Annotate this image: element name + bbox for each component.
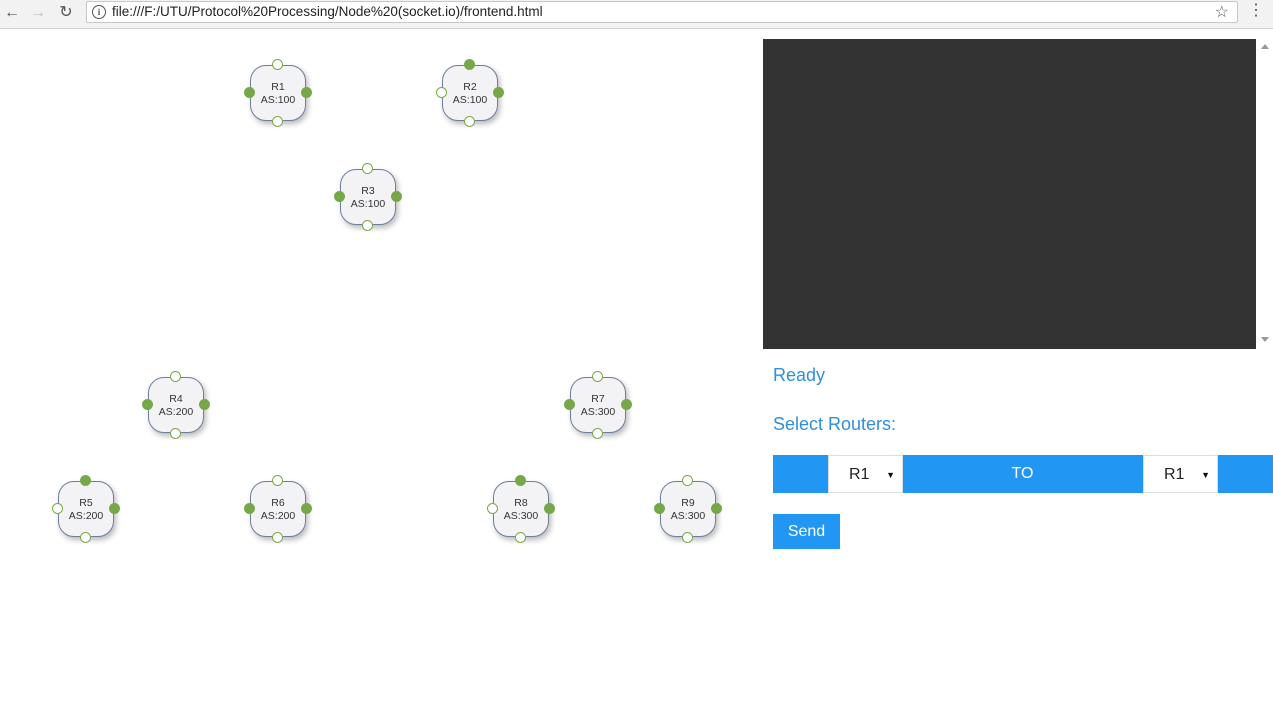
router-node-r6[interactable]: R6 AS:200 xyxy=(244,475,312,543)
endpoint-left[interactable] xyxy=(487,503,498,514)
router-name: R8 xyxy=(514,497,528,509)
back-arrow-icon[interactable]: ← xyxy=(2,3,22,23)
select-routers-label: Select Routers: xyxy=(773,414,897,434)
endpoint-right[interactable] xyxy=(544,503,555,514)
endpoint-left[interactable] xyxy=(654,503,665,514)
endpoint-bottom[interactable] xyxy=(272,116,283,127)
router-as: AS:300 xyxy=(670,510,706,522)
endpoint-bottom[interactable] xyxy=(515,532,526,543)
endpoint-bottom[interactable] xyxy=(272,532,283,543)
scroll-down-icon[interactable] xyxy=(1261,337,1269,342)
endpoint-left[interactable] xyxy=(52,503,63,514)
endpoint-top[interactable] xyxy=(272,59,283,70)
router-as: AS:200 xyxy=(68,510,104,522)
console-scrollbar[interactable] xyxy=(1258,39,1273,349)
router-node-r1[interactable]: R1 AS:100 xyxy=(244,59,312,127)
endpoint-top[interactable] xyxy=(464,59,475,70)
router-name: R6 xyxy=(271,497,285,509)
router-as: AS:100 xyxy=(452,94,488,106)
router-as: AS:300 xyxy=(503,510,539,522)
router-name: R7 xyxy=(591,393,605,405)
router-name: R5 xyxy=(79,497,93,509)
address-bar[interactable]: i file:///F:/UTU/Protocol%20Processing/N… xyxy=(86,1,1238,23)
star-icon[interactable]: ☆ xyxy=(1215,2,1229,22)
endpoint-left[interactable] xyxy=(244,503,255,514)
router-name: R2 xyxy=(463,81,477,93)
to-router-select[interactable]: R1 ▼ xyxy=(1143,455,1218,493)
router-select-bar: R1 ▼ TO R1 ▼ xyxy=(773,455,1273,493)
browser-toolbar: ← → ↻ i file:///F:/UTU/Protocol%20Proces… xyxy=(0,0,1273,29)
endpoint-bottom[interactable] xyxy=(362,220,373,231)
router-name: R3 xyxy=(361,185,375,197)
from-router-value: R1 xyxy=(849,466,870,483)
chevron-down-icon: ▼ xyxy=(1201,470,1210,480)
url-text[interactable]: file:///F:/UTU/Protocol%20Processing/Nod… xyxy=(112,4,543,19)
endpoint-top[interactable] xyxy=(592,371,603,382)
endpoint-left[interactable] xyxy=(564,399,575,410)
from-router-select[interactable]: R1 ▼ xyxy=(828,455,903,493)
endpoint-top[interactable] xyxy=(272,475,283,486)
router-node-r9[interactable]: R9 AS:300 xyxy=(654,475,722,543)
kebab-menu-icon[interactable]: ⋮ xyxy=(1248,2,1264,24)
endpoint-right[interactable] xyxy=(301,87,312,98)
endpoint-right[interactable] xyxy=(493,87,504,98)
endpoint-top[interactable] xyxy=(515,475,526,486)
endpoint-left[interactable] xyxy=(334,191,345,202)
endpoint-top[interactable] xyxy=(682,475,693,486)
endpoint-bottom[interactable] xyxy=(592,428,603,439)
chevron-down-icon: ▼ xyxy=(886,470,895,480)
router-as: AS:200 xyxy=(260,510,296,522)
endpoint-right[interactable] xyxy=(301,503,312,514)
router-as: AS:100 xyxy=(260,94,296,106)
endpoint-right[interactable] xyxy=(621,399,632,410)
endpoint-right[interactable] xyxy=(711,503,722,514)
router-as: AS:300 xyxy=(580,406,616,418)
router-node-r7[interactable]: R7 AS:300 xyxy=(564,371,632,439)
scroll-up-icon[interactable] xyxy=(1261,44,1269,49)
router-node-r3[interactable]: R3 AS:100 xyxy=(334,163,402,231)
send-button[interactable]: Send xyxy=(773,514,840,549)
to-router-value: R1 xyxy=(1164,466,1185,483)
endpoint-left[interactable] xyxy=(244,87,255,98)
router-name: R4 xyxy=(169,393,183,405)
router-node-r2[interactable]: R2 AS:100 xyxy=(436,59,504,127)
router-node-r8[interactable]: R8 AS:300 xyxy=(487,475,555,543)
endpoint-right[interactable] xyxy=(199,399,210,410)
forward-arrow-icon[interactable]: → xyxy=(28,3,48,23)
endpoint-top[interactable] xyxy=(80,475,91,486)
status-text: Ready xyxy=(773,365,826,385)
router-as: AS:200 xyxy=(158,406,194,418)
router-node-r5[interactable]: R5 AS:200 xyxy=(52,475,120,543)
endpoint-bottom[interactable] xyxy=(464,116,475,127)
endpoint-bottom[interactable] xyxy=(80,532,91,543)
endpoint-left[interactable] xyxy=(142,399,153,410)
endpoint-top[interactable] xyxy=(170,371,181,382)
info-icon[interactable]: i xyxy=(92,5,106,19)
endpoint-right[interactable] xyxy=(391,191,402,202)
endpoint-bottom[interactable] xyxy=(682,532,693,543)
endpoint-right[interactable] xyxy=(109,503,120,514)
endpoint-top[interactable] xyxy=(362,163,373,174)
router-name: R1 xyxy=(271,81,285,93)
router-name: R9 xyxy=(681,497,695,509)
endpoint-bottom[interactable] xyxy=(170,428,181,439)
endpoint-left[interactable] xyxy=(436,87,447,98)
to-label: TO xyxy=(1011,465,1034,482)
console-output[interactable] xyxy=(763,39,1256,349)
reload-icon[interactable]: ↻ xyxy=(56,3,76,23)
router-as: AS:100 xyxy=(350,198,386,210)
router-node-r4[interactable]: R4 AS:200 xyxy=(142,371,210,439)
